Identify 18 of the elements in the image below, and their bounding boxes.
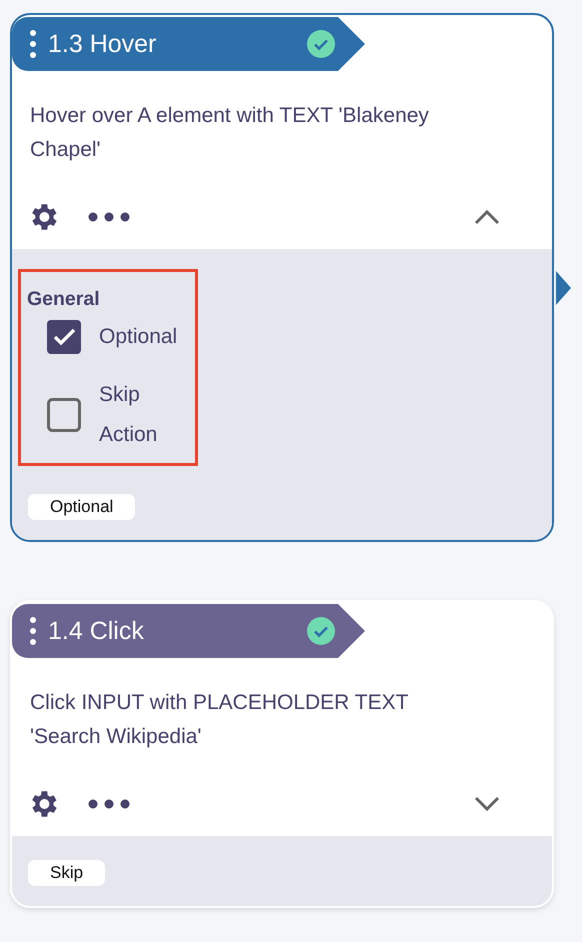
section-heading: General (27, 288, 101, 311)
tag: Optional (28, 494, 136, 520)
more-icon[interactable] (88, 212, 130, 222)
step-description: Hover over A element with TEXT 'Blakeney Chapel' (29, 103, 430, 163)
drag-handle-icon[interactable] (30, 30, 36, 58)
checkbox-label: Skip Action (99, 382, 158, 448)
chevron-down-icon[interactable] (474, 796, 500, 812)
drag-handle-icon[interactable] (30, 617, 36, 645)
checkbox-label: Optional (99, 324, 178, 350)
more-icon[interactable] (88, 799, 130, 809)
tag: Skip (28, 860, 106, 886)
chevron-up-icon[interactable] (474, 209, 500, 225)
step-card[interactable]: 1.4 Click Click INPUT with PLACEHOLDER TEXT 'Search Wikipedia' Skip (10, 600, 554, 908)
step-title: 1.3 Hover (48, 30, 158, 58)
checkbox[interactable] (47, 320, 81, 354)
checkbox[interactable] (47, 398, 81, 432)
step-description: Click INPUT with PLACEHOLDER TEXT 'Search Wikipedia' (29, 690, 410, 750)
step-title: 1.4 Click (48, 616, 145, 646)
